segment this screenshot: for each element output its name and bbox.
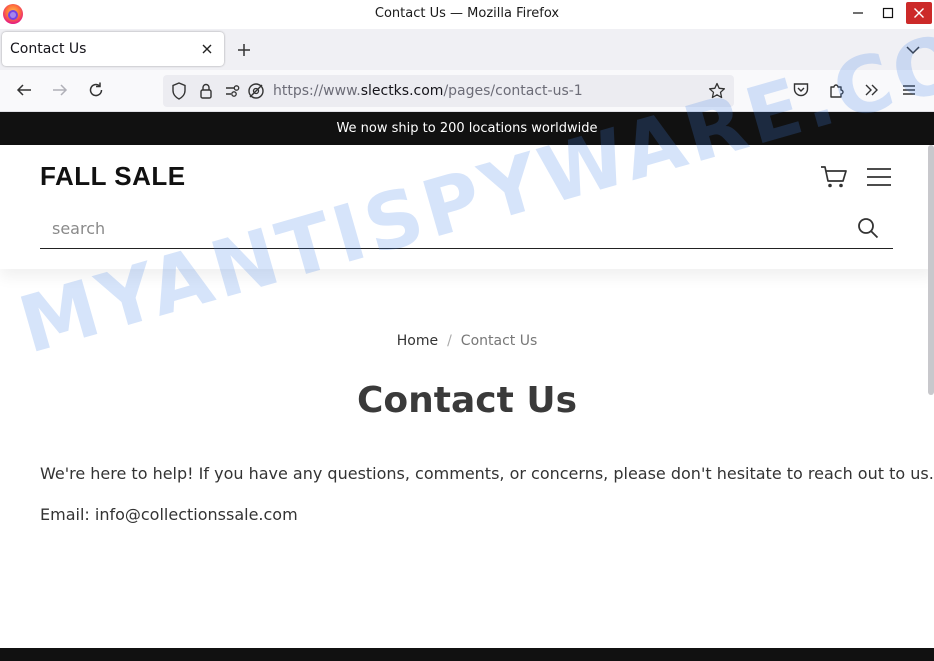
puzzle-icon: [830, 84, 844, 98]
contact-intro-text: We're here to help! If you have any ques…: [40, 464, 934, 483]
tracking-blocked-icon[interactable]: [247, 82, 265, 100]
window-title: Contact Us — Mozilla Firefox: [374, 6, 560, 21]
close-icon: [914, 8, 924, 18]
maximize-icon: [882, 7, 894, 19]
store-logo[interactable]: FALL SALE: [40, 161, 186, 192]
bookmark-star-icon[interactable]: [708, 82, 726, 100]
new-tab-icon[interactable]: [235, 41, 253, 59]
breadcrumb: Home / Contact Us: [0, 333, 934, 349]
back-arrow-icon: [16, 84, 31, 96]
tab-contact-us[interactable]: Contact Us: [2, 32, 224, 66]
breadcrumb-home-link[interactable]: Home: [397, 333, 438, 349]
search-icon[interactable]: [857, 217, 879, 239]
shield-icon[interactable]: [171, 82, 187, 100]
cart-icon[interactable]: [820, 165, 848, 189]
hamburger-icon: [903, 85, 915, 95]
chevron-down-icon[interactable]: [904, 42, 922, 58]
window-titlebar: Contact Us — Mozilla Firefox: [0, 0, 934, 29]
app-menu-button[interactable]: [899, 80, 919, 100]
forward-arrow-icon: [53, 84, 68, 96]
address-bar[interactable]: https://www.slectks.com/pages/contact-us…: [163, 75, 734, 107]
forward-button[interactable]: [50, 80, 70, 100]
permissions-icon[interactable]: [225, 83, 241, 99]
minimize-button[interactable]: [845, 2, 871, 24]
tab-strip: Contact Us: [0, 29, 934, 70]
double-chevron-right-icon: [865, 84, 878, 96]
overflow-menu-button[interactable]: [862, 80, 882, 100]
close-tab-icon[interactable]: [200, 42, 214, 56]
page-content: We now ship to 200 locations worldwide F…: [0, 112, 934, 661]
contact-email-text: Email: info@collectionssale.com: [40, 505, 298, 524]
search-input[interactable]: [40, 209, 840, 247]
breadcrumb-separator: /: [447, 333, 452, 349]
pocket-button[interactable]: [791, 80, 811, 100]
close-window-button[interactable]: [906, 2, 932, 24]
site-header: FALL SALE: [0, 145, 934, 269]
lock-icon[interactable]: [199, 82, 213, 100]
reload-button[interactable]: [86, 80, 106, 100]
footer-bar: [0, 648, 934, 661]
maximize-button[interactable]: [875, 2, 901, 24]
announcement-bar: We now ship to 200 locations worldwide: [0, 112, 934, 145]
navigation-toolbar: https://www.slectks.com/pages/contact-us…: [0, 70, 934, 112]
hamburger-menu-icon[interactable]: [866, 167, 892, 187]
extensions-button[interactable]: [827, 80, 847, 100]
breadcrumb-current: Contact Us: [460, 333, 538, 349]
url-text[interactable]: https://www.slectks.com/pages/contact-us…: [273, 83, 583, 99]
back-button[interactable]: [14, 80, 34, 100]
tab-label: Contact Us: [10, 41, 87, 57]
url-path: /pages/contact-us-1: [443, 83, 583, 99]
page-scrollbar[interactable]: [928, 145, 934, 395]
pocket-icon: [793, 83, 809, 97]
url-domain: slectks.com: [360, 83, 444, 99]
url-prefix: https://www.: [273, 83, 361, 99]
page-title: Contact Us: [356, 380, 578, 421]
minimize-icon: [853, 12, 863, 14]
search-form: [40, 209, 893, 249]
reload-icon: [89, 82, 103, 97]
